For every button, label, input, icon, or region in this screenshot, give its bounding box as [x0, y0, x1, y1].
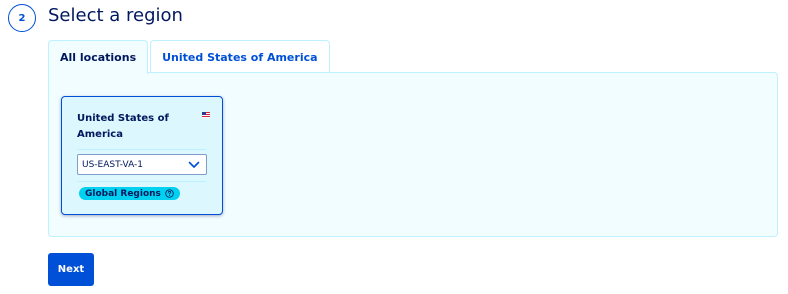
global-regions-badge: Global Regions — [79, 187, 180, 200]
us-flag-icon — [202, 112, 210, 118]
tab-all-locations[interactable]: All locations — [48, 40, 149, 74]
region-selection-step: 2 Select a region All locations United S… — [0, 0, 788, 294]
global-regions-label: Global Regions — [85, 188, 161, 199]
region-card-title: United States of America — [77, 113, 169, 140]
region-card-united-states[interactable]: United States of America US-EAST-VA-1 Gl… — [61, 96, 223, 215]
chevron-down-icon — [188, 161, 200, 168]
card-divider-bottom — [77, 181, 206, 182]
next-button[interactable]: Next — [48, 253, 94, 286]
tab-united-states[interactable]: United States of America — [150, 40, 330, 73]
step-title: Select a region — [48, 5, 183, 26]
step-number-badge: 2 — [8, 4, 36, 32]
card-divider-top — [77, 149, 206, 150]
region-select-value: US-EAST-VA-1 — [82, 159, 144, 170]
location-tabs: All locations United States of America — [48, 40, 330, 74]
question-circle-icon[interactable] — [165, 189, 174, 198]
region-select[interactable]: US-EAST-VA-1 — [77, 154, 207, 175]
tab-panel: United States of America US-EAST-VA-1 Gl… — [48, 72, 778, 237]
